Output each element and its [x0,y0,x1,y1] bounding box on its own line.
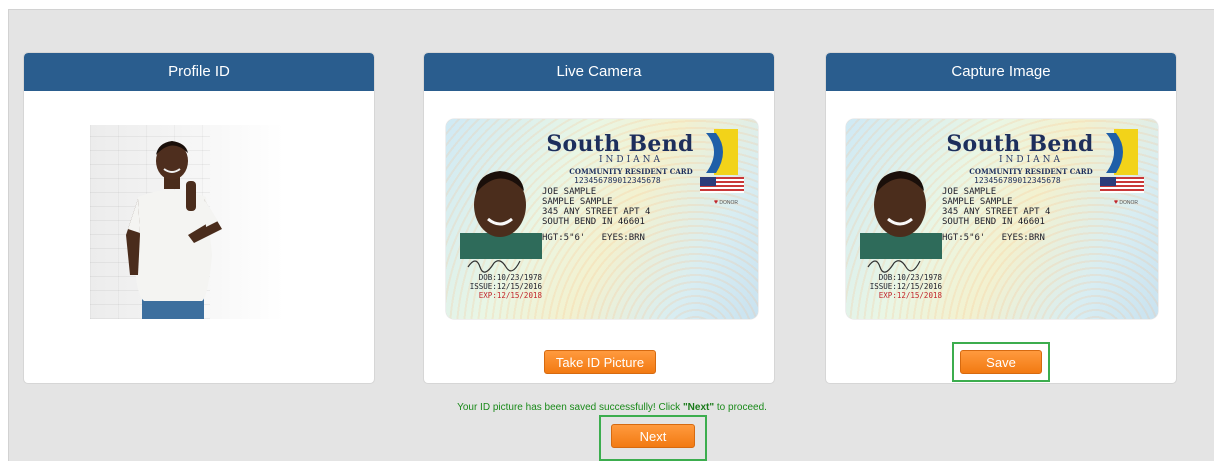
signature-icon [867,260,921,273]
card-title: South Bend [946,131,1094,157]
live-camera-panel: Live Camera South Bend INDIANA COMMUNITY… [423,52,775,384]
donor-badge: ♥ DONOR [1113,199,1138,206]
captured-id-card-image: South Bend INDIANA COMMUNITY RESIDENT CA… [846,119,1158,319]
panel-title: Profile ID [24,53,374,91]
card-number: 12345678901234​5678 [574,176,661,185]
card-address: JOE SAMPLE SAMPLE SAMPLE 345 ANY STREET … [942,187,1051,227]
flag-icon [1100,177,1144,193]
next-button[interactable]: Next [611,424,695,448]
card-subtitle: COMMUNITY RESIDENT CARD [569,167,693,176]
take-id-picture-button[interactable]: Take ID Picture [544,350,656,374]
live-id-card-image: South Bend INDIANA COMMUNITY RESIDENT CA… [446,119,758,319]
card-number: 12345678901234​5678 [974,176,1061,185]
save-button[interactable]: Save [960,350,1042,374]
card-subtitle: COMMUNITY RESIDENT CARD [969,167,1093,176]
profile-id-panel: Profile ID [23,52,375,384]
flag-icon [700,177,744,193]
verification-stage: Profile ID Live Camera South Bend INDIAN… [8,9,1214,461]
card-state: INDIANA [598,155,664,165]
card-physical: HGT:5"6' EYES:BRN [942,233,1045,243]
card-face-photo [860,171,942,259]
card-physical: HGT:5"6' EYES:BRN [542,233,645,243]
card-state: INDIANA [998,155,1064,165]
card-face-photo [460,171,542,259]
card-title: South Bend [546,131,694,157]
panel-title: Capture Image [826,53,1176,91]
panel-title: Live Camera [424,53,774,91]
donor-badge: ♥ DONOR [713,199,738,206]
card-address: JOE SAMPLE SAMPLE SAMPLE 345 ANY STREET … [542,187,651,227]
profile-photo [90,125,284,319]
card-dates: DOB:10/23/1978 ISSUE:12/15/2016 EXP:12/1… [469,273,542,300]
success-message: Your ID picture has been saved successfu… [457,402,767,413]
signature-icon [467,260,521,273]
capture-image-panel: Capture Image South Bend INDIANA COMMUNI… [825,52,1177,384]
card-dates: DOB:10/23/1978 ISSUE:12/15/2016 EXP:12/1… [869,273,942,300]
